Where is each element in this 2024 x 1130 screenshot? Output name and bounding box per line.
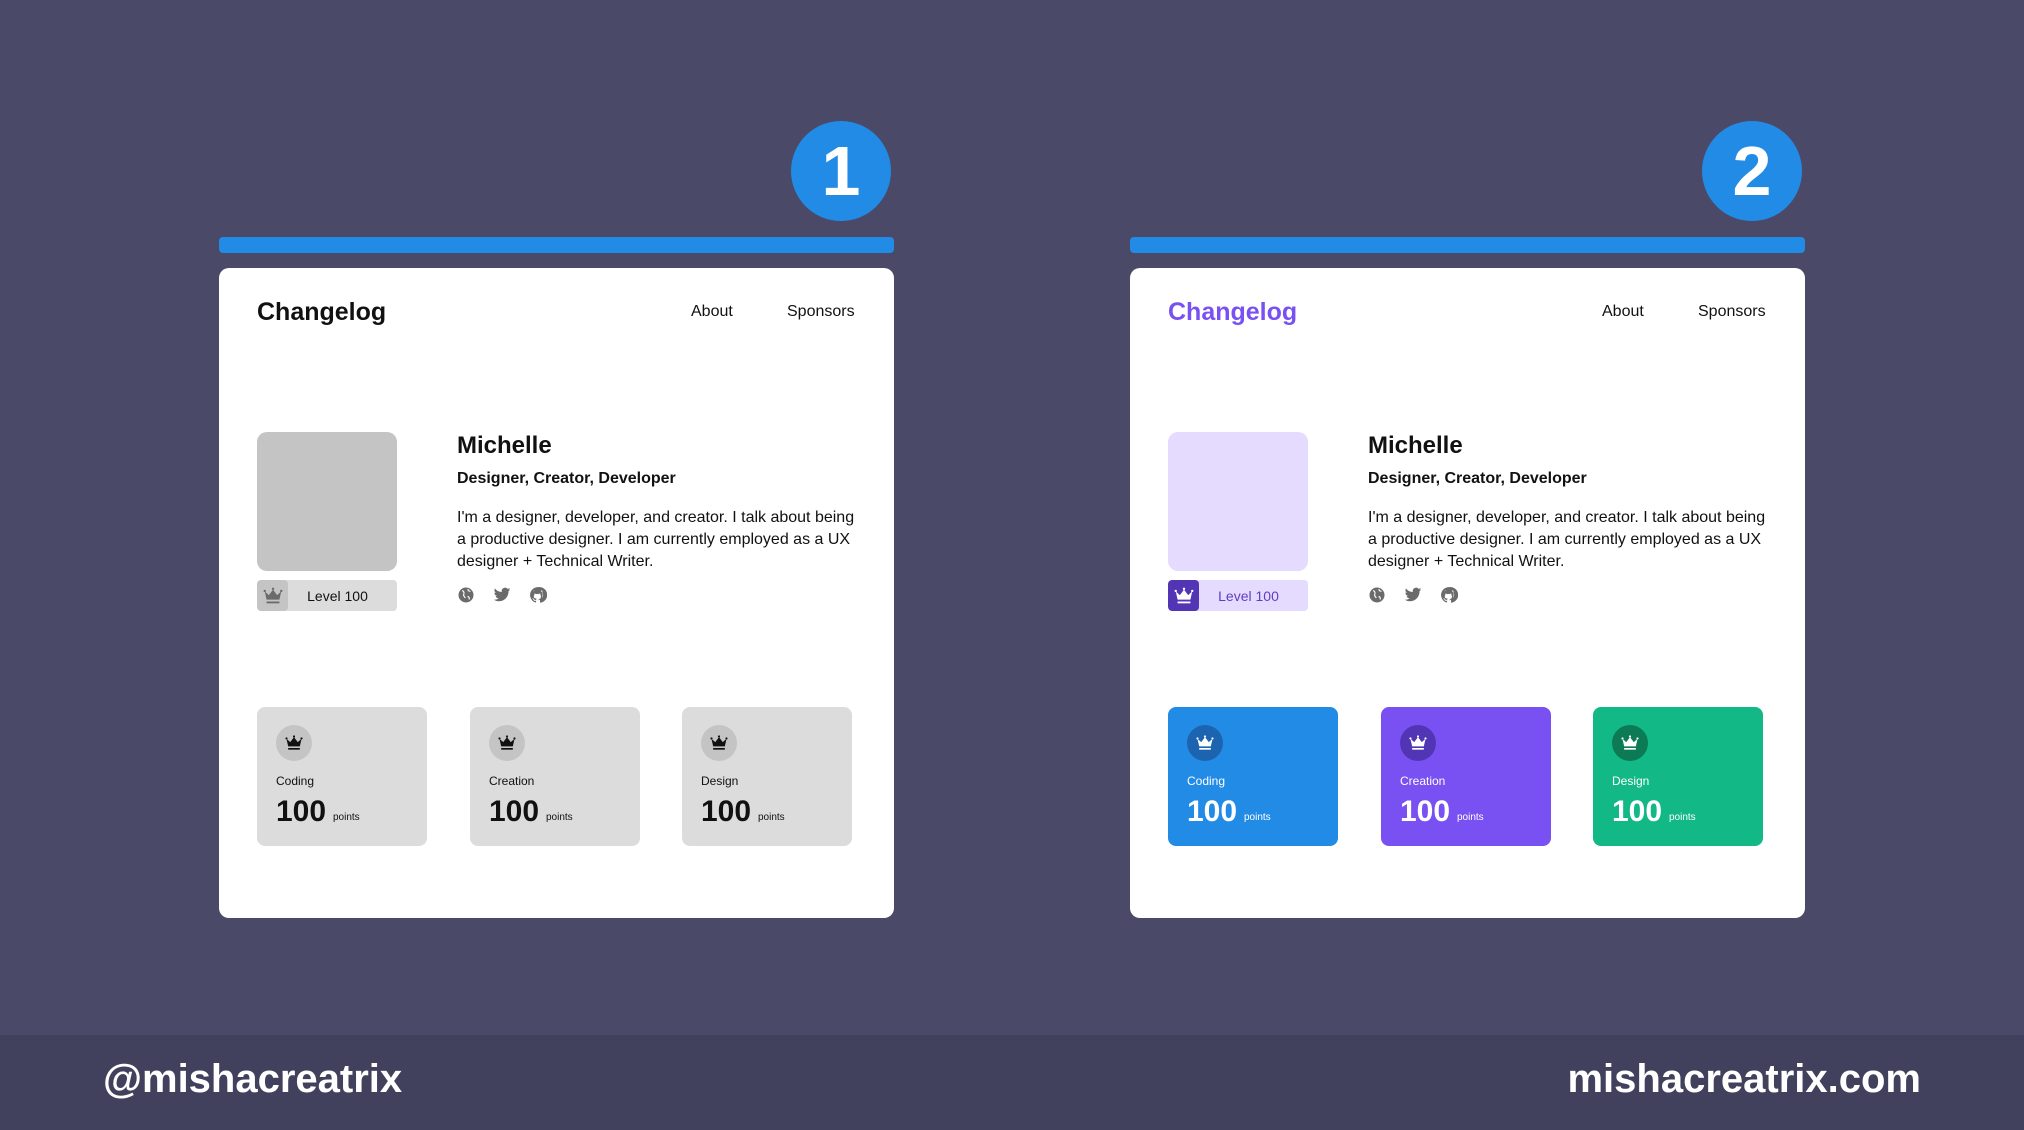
crown-icon [1168, 580, 1199, 611]
stat-unit: points [333, 812, 360, 823]
stat-value: 100 [276, 795, 327, 828]
profile-name: Michelle [1368, 432, 1463, 459]
nav-about[interactable]: About [691, 303, 733, 321]
stat-unit: points [1457, 812, 1484, 823]
website-url: mishacreatrix.com [1567, 1057, 1921, 1101]
nav-sponsors[interactable]: Sponsors [1698, 303, 1766, 321]
level-badge: Level 100 [257, 580, 397, 611]
crown-icon [1400, 725, 1436, 761]
profile-page-1: Changelog About Sponsors Level 100 Miche… [219, 268, 894, 918]
twitter-icon[interactable] [1404, 586, 1422, 604]
crown-icon [489, 725, 525, 761]
stat-card-coding[interactable]: Coding 100 points [257, 707, 427, 846]
stat-label: Design [1612, 774, 1650, 788]
crown-icon [1187, 725, 1223, 761]
stat-value: 100 [1400, 795, 1451, 828]
stat-label: Coding [1187, 774, 1226, 788]
level-text: Level 100 [1218, 587, 1279, 604]
stat-card-creation[interactable]: Creation 100 points [1381, 707, 1551, 846]
stat-unit: points [1244, 812, 1271, 823]
accent-bar [1130, 237, 1805, 253]
stat-label: Creation [1400, 774, 1446, 788]
brand-logo[interactable]: Changelog [1168, 298, 1297, 327]
avatar [1168, 432, 1308, 571]
stat-card-design[interactable]: Design 100 points [1593, 707, 1763, 846]
variant-number-badge: 2 [1702, 121, 1802, 221]
variant-number-badge: 1 [791, 121, 891, 221]
github-icon[interactable] [1440, 586, 1458, 604]
level-badge: Level 100 [1168, 580, 1308, 611]
stat-value: 100 [1187, 795, 1238, 828]
stat-unit: points [546, 812, 573, 823]
level-text: Level 100 [307, 587, 368, 604]
globe-icon[interactable] [457, 586, 475, 604]
stat-card-coding[interactable]: Coding 100 points [1168, 707, 1338, 846]
accent-bar [219, 237, 894, 253]
profile-bio: I'm a designer, developer, and creator. … [1368, 509, 1766, 570]
profile-role: Designer, Creator, Developer [1368, 470, 1587, 487]
crown-icon [276, 725, 312, 761]
github-icon[interactable] [529, 586, 547, 604]
profile-page-2: Changelog About Sponsors Level 100 Miche… [1130, 268, 1805, 918]
brand-logo[interactable]: Changelog [257, 298, 386, 327]
stat-unit: points [758, 812, 785, 823]
footer: @mishacreatrix mishacreatrix.com [0, 1035, 2024, 1130]
stat-label: Design [701, 774, 739, 788]
crown-icon [257, 580, 288, 611]
social-links [1368, 586, 1458, 604]
stat-value: 100 [489, 795, 540, 828]
crown-icon [701, 725, 737, 761]
social-handle: @mishacreatrix [103, 1057, 403, 1101]
social-links [457, 586, 547, 604]
stat-label: Creation [489, 774, 535, 788]
stat-unit: points [1669, 812, 1696, 823]
stat-label: Coding [276, 774, 315, 788]
profile-role: Designer, Creator, Developer [457, 470, 676, 487]
stat-card-design[interactable]: Design 100 points [682, 707, 852, 846]
stat-value: 100 [1612, 795, 1663, 828]
profile-name: Michelle [457, 432, 552, 459]
stat-card-creation[interactable]: Creation 100 points [470, 707, 640, 846]
crown-icon [1612, 725, 1648, 761]
nav-about[interactable]: About [1602, 303, 1644, 321]
avatar [257, 432, 397, 571]
twitter-icon[interactable] [493, 586, 511, 604]
nav-sponsors[interactable]: Sponsors [787, 303, 855, 321]
profile-bio: I'm a designer, developer, and creator. … [457, 509, 855, 570]
globe-icon[interactable] [1368, 586, 1386, 604]
stat-value: 100 [701, 795, 752, 828]
